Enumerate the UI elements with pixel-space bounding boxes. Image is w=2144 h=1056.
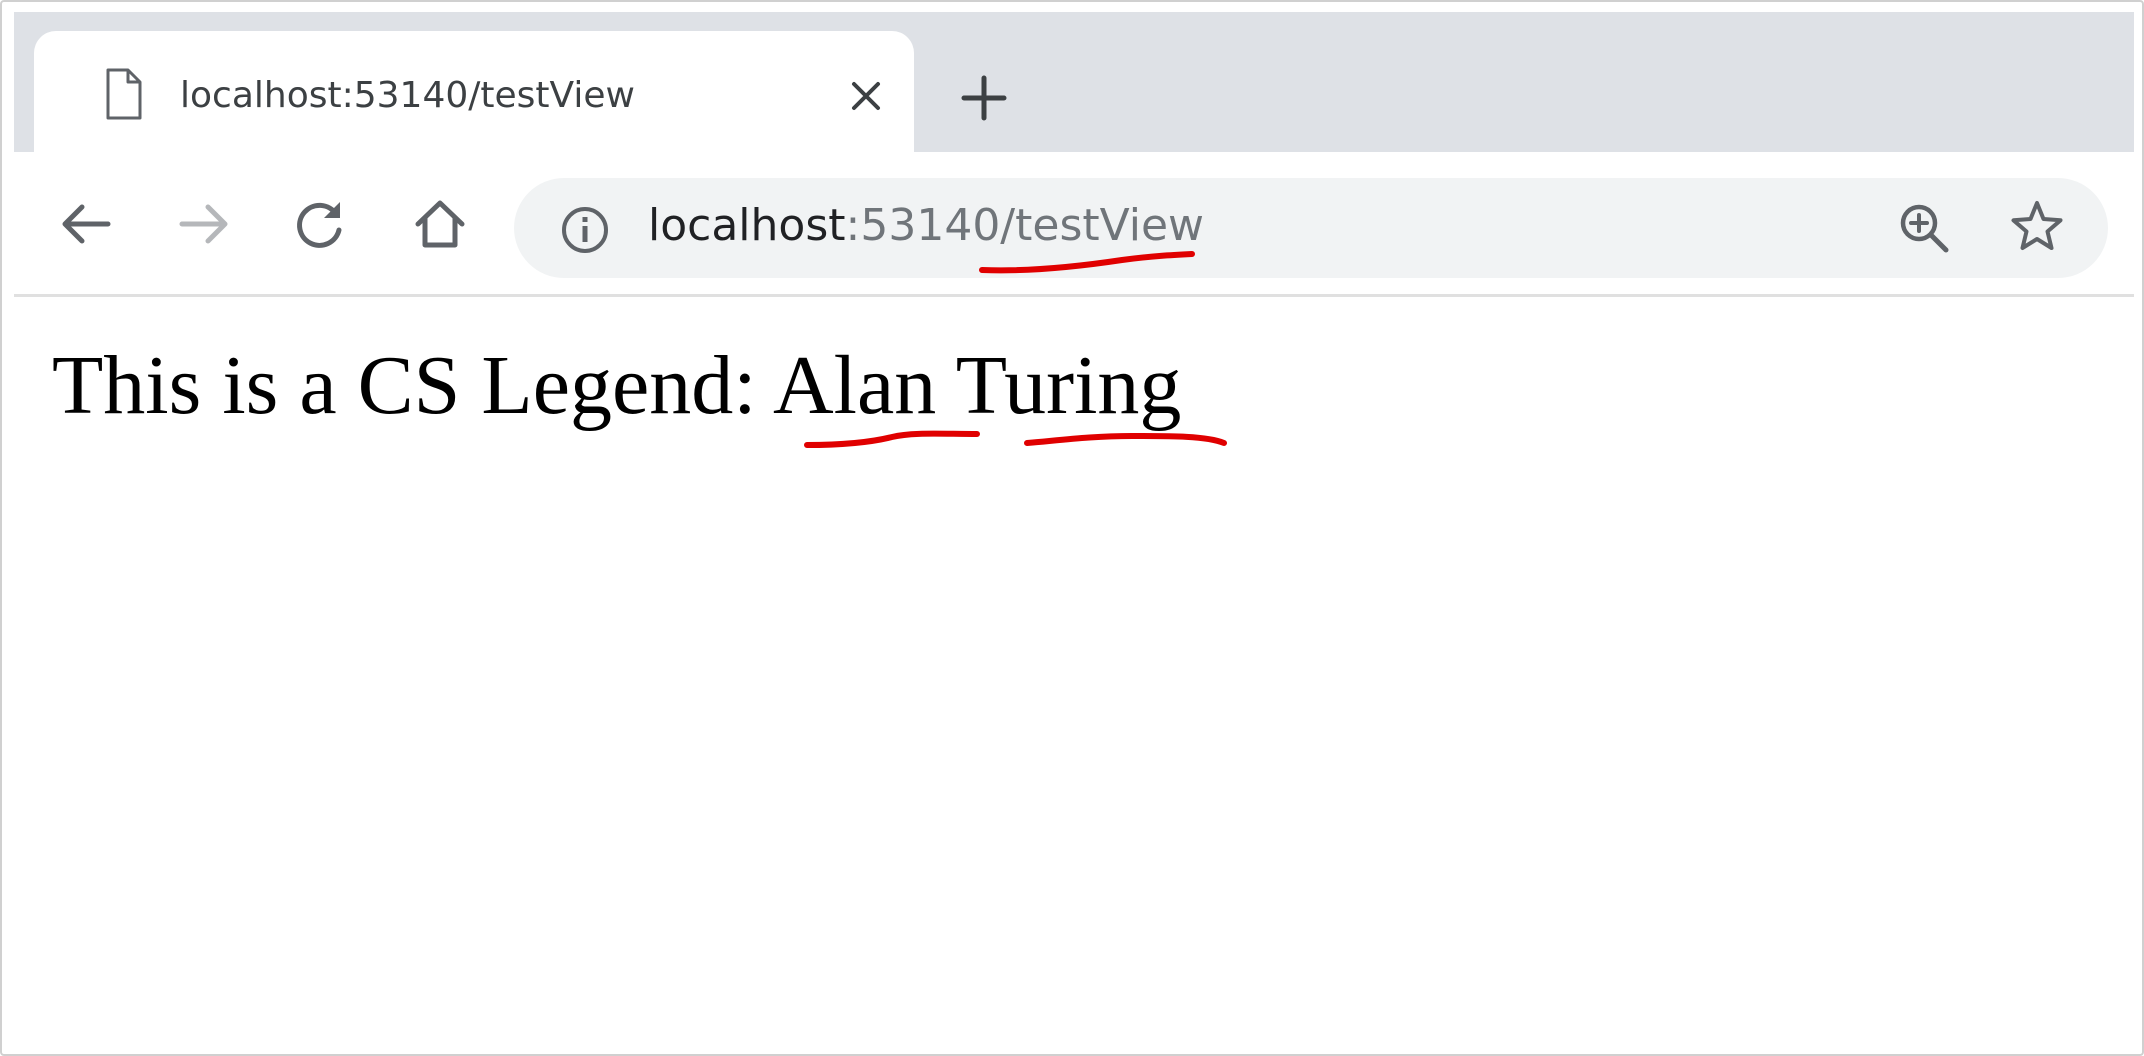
url-text[interactable]: localhost:53140/testView — [648, 200, 1204, 251]
tab-title: localhost:53140/testView — [180, 75, 635, 116]
page-text: This is a CS Legend: Alan Turing — [52, 339, 1182, 432]
url-path: :53140/testView — [845, 200, 1205, 251]
browser-window: localhost:53140/testView localhost:53140… — [14, 12, 2134, 1054]
star-icon[interactable] — [2008, 198, 2066, 256]
screenshot-frame: localhost:53140/testView localhost:53140… — [0, 0, 2144, 1056]
plus-icon[interactable] — [956, 70, 1012, 126]
forward-arrow-icon[interactable] — [174, 194, 234, 254]
page-content: This is a CS Legend: Alan Turing — [14, 297, 2134, 1054]
url-host: localhost — [648, 200, 846, 251]
back-arrow-icon[interactable] — [56, 194, 116, 254]
tab-active[interactable]: localhost:53140/testView — [34, 31, 914, 152]
zoom-in-icon[interactable] — [1896, 200, 1952, 256]
close-icon[interactable] — [844, 74, 888, 118]
home-icon[interactable] — [410, 194, 470, 254]
page-icon — [106, 68, 142, 120]
toolbar: localhost:53140/testView — [14, 152, 2134, 297]
reload-icon[interactable] — [290, 194, 350, 254]
info-icon[interactable] — [560, 205, 610, 255]
tab-strip: localhost:53140/testView — [14, 12, 2134, 152]
address-bar[interactable]: localhost:53140/testView — [514, 178, 2108, 278]
